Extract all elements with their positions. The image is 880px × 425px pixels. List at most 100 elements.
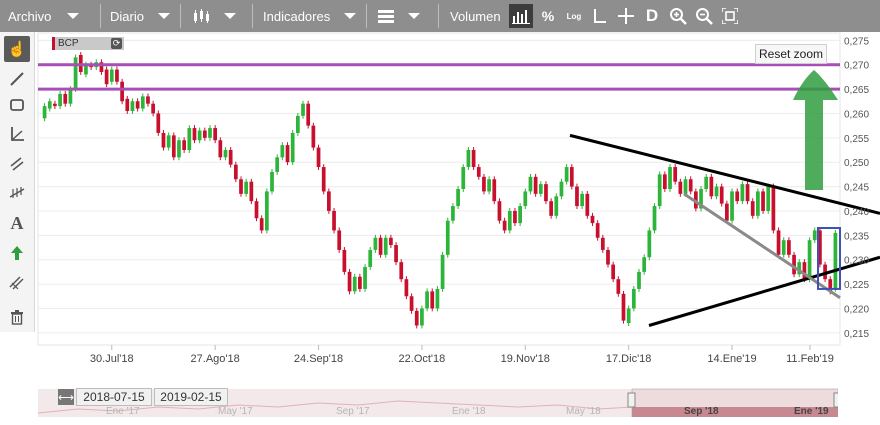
candle-down bbox=[549, 201, 553, 216]
candle-up bbox=[420, 308, 424, 326]
navigator-tick: Ene '18 bbox=[452, 406, 486, 417]
candle-down bbox=[709, 176, 714, 197]
candle-down bbox=[115, 69, 119, 82]
candle-up bbox=[740, 184, 745, 202]
candle-up bbox=[73, 57, 78, 90]
candle-down bbox=[735, 191, 740, 202]
range-end-date[interactable]: 2019-02-15 bbox=[154, 388, 228, 406]
x-tick-label: 27.Ago'18 bbox=[191, 353, 240, 365]
candle-down bbox=[600, 237, 605, 250]
candle-down bbox=[409, 296, 414, 311]
candle-down bbox=[63, 93, 68, 104]
candle-up bbox=[177, 140, 181, 158]
candle-down bbox=[306, 103, 311, 126]
candle-up bbox=[445, 220, 450, 255]
candle-down bbox=[476, 167, 481, 177]
candle-down bbox=[311, 125, 316, 148]
navigator-tick: Sep '17 bbox=[336, 406, 370, 417]
candle-down bbox=[497, 201, 502, 221]
refresh-icon[interactable]: ⟳ bbox=[111, 38, 122, 49]
candle-down bbox=[513, 210, 517, 224]
candle-up bbox=[730, 191, 734, 221]
x-tick-label: 14.Ene'19 bbox=[707, 353, 756, 365]
y-tick-label: 0,255 bbox=[844, 134, 869, 145]
candle-up bbox=[833, 232, 838, 289]
candle-down bbox=[590, 215, 595, 224]
candle-down bbox=[327, 191, 331, 211]
candle-up bbox=[631, 288, 636, 309]
candle-down bbox=[337, 230, 342, 250]
candle-down bbox=[662, 174, 667, 189]
candle-down bbox=[321, 167, 326, 192]
reset-zoom-button[interactable]: Reset zoom bbox=[755, 44, 827, 64]
candle-down bbox=[233, 164, 238, 180]
candle-up bbox=[456, 189, 460, 207]
symbol-tag[interactable]: BCP ⟳ bbox=[52, 37, 124, 50]
candle-down bbox=[404, 279, 409, 297]
candle-up bbox=[766, 186, 771, 211]
candle-down bbox=[399, 262, 404, 280]
candle-down bbox=[611, 264, 616, 280]
range-start-date[interactable]: 2018-07-15 bbox=[76, 388, 152, 406]
candle-down bbox=[750, 201, 755, 216]
candle-up bbox=[507, 210, 512, 231]
candle-down bbox=[533, 176, 538, 194]
date-axis: 30.Jul'18 27.Ago'18 24.Sep'18 22.Oct'18 19.N… bbox=[90, 345, 834, 365]
candle-down bbox=[254, 201, 259, 219]
candle-down bbox=[213, 128, 218, 141]
candle-down bbox=[156, 113, 161, 133]
candle-up bbox=[626, 308, 631, 324]
y-tick-label: 0,270 bbox=[844, 61, 869, 72]
candle-down bbox=[332, 210, 336, 231]
candle-down bbox=[342, 249, 347, 272]
navigator-tick: Sep '18 bbox=[684, 406, 719, 417]
navigator-tick: May '17 bbox=[218, 406, 253, 417]
candle-up bbox=[244, 181, 249, 194]
candle-down bbox=[719, 186, 724, 204]
navigator-left-handle bbox=[627, 392, 636, 408]
candle-down bbox=[688, 179, 693, 192]
candle-up bbox=[166, 135, 171, 148]
candle-up bbox=[642, 257, 647, 272]
candlestick-series bbox=[42, 52, 838, 329]
price-axis: 0,275 0,270 0,265 0,260 0,255 0,250 0,245 0,240… bbox=[844, 36, 869, 340]
candle-up bbox=[425, 291, 429, 309]
range-arrows-icon[interactable]: ⟷ bbox=[58, 389, 74, 405]
candle-up bbox=[270, 171, 274, 192]
candle-up bbox=[352, 276, 357, 292]
candle-up bbox=[295, 115, 300, 133]
candle-down bbox=[616, 279, 621, 294]
candle-up bbox=[301, 103, 305, 116]
candle-down bbox=[725, 203, 729, 221]
y-tick-label: 0,265 bbox=[844, 85, 869, 96]
price-chart[interactable]: 0,275 0,270 0,265 0,260 0,255 0,250 0,245 0,240… bbox=[0, 0, 880, 385]
candle-down bbox=[430, 291, 435, 309]
candle-up bbox=[187, 128, 192, 150]
x-tick-label: 30.Jul'18 bbox=[90, 353, 134, 365]
candle-up bbox=[683, 179, 688, 194]
x-tick-label: 22.Oct'18 bbox=[399, 353, 446, 365]
y-tick-label: 0,225 bbox=[844, 280, 869, 291]
range-end-label: 2019-02-15 bbox=[160, 390, 222, 404]
candle-down bbox=[482, 176, 486, 192]
range-start-label: 2018-07-15 bbox=[83, 390, 145, 404]
candle-up bbox=[807, 240, 812, 280]
candle-up bbox=[637, 271, 641, 289]
candle-up bbox=[280, 145, 285, 158]
candle-down bbox=[585, 193, 590, 216]
candle-down bbox=[492, 179, 497, 202]
navigator-tick: Ene '17 bbox=[106, 406, 140, 417]
candle-up bbox=[528, 176, 533, 192]
candle-up bbox=[264, 191, 269, 231]
candle-down bbox=[471, 150, 476, 168]
candle-down bbox=[358, 276, 362, 289]
candle-down bbox=[192, 128, 197, 141]
candle-up bbox=[223, 150, 228, 158]
candle-up bbox=[461, 167, 466, 189]
candle-down bbox=[787, 240, 791, 255]
candle-up bbox=[197, 130, 202, 141]
candle-up bbox=[363, 267, 367, 289]
descending-trendline bbox=[569, 133, 880, 215]
candle-down bbox=[606, 249, 610, 265]
candle-up bbox=[68, 89, 73, 104]
